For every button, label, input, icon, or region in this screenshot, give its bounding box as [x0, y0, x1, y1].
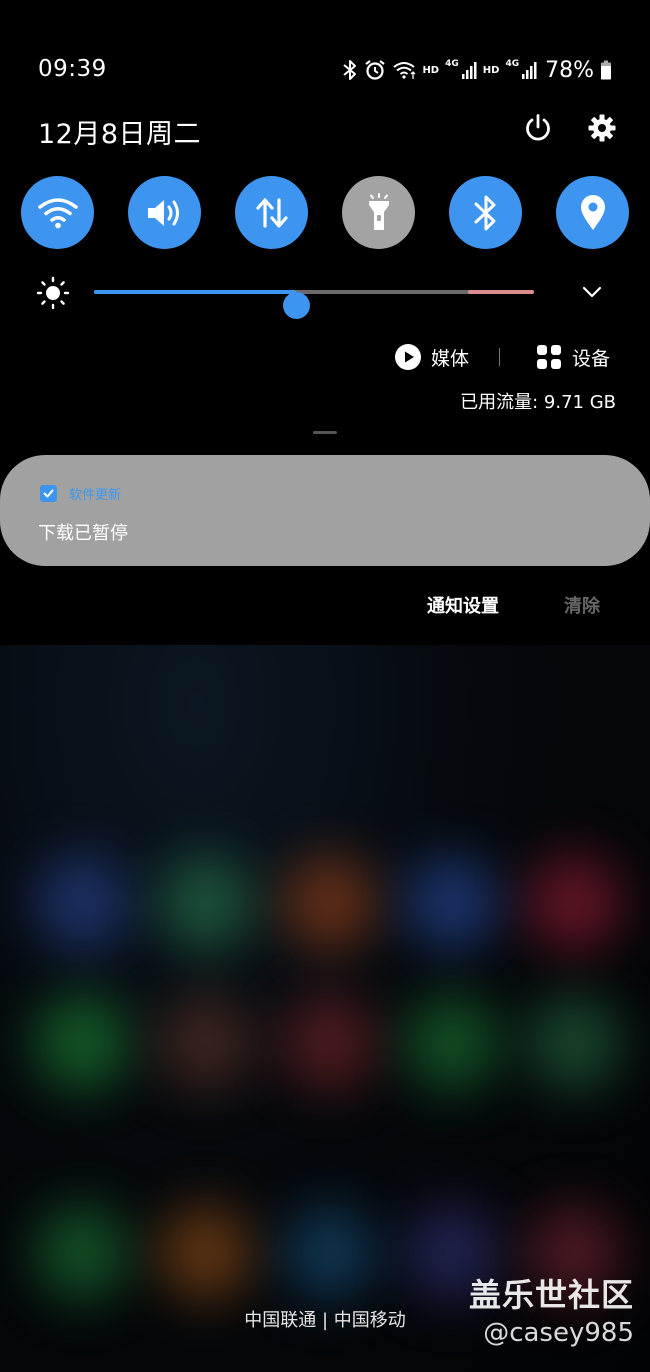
- panel-drag-handle[interactable]: [313, 431, 337, 434]
- blurred-app-icon: [158, 995, 254, 1091]
- date-label: 12月8日周二: [38, 119, 202, 150]
- notification-app-name: 软件更新: [69, 488, 122, 503]
- mobile-data-toggle[interactable]: [235, 176, 308, 249]
- gear-icon: [588, 114, 616, 142]
- signal-icon: [461, 62, 477, 79]
- blurred-app-icon: [34, 995, 130, 1091]
- flashlight-toggle[interactable]: [342, 176, 415, 249]
- bluetooth-icon: [343, 60, 357, 80]
- notification-body: 下载已暂停: [38, 523, 128, 544]
- screen: 中国联通 | 中国移动 盖乐世社区 @casey985 09:39 HD 4G: [0, 0, 650, 1372]
- hd-label: HD: [422, 64, 440, 76]
- speaker-icon: [147, 199, 179, 226]
- network-type-label: 4G: [505, 59, 520, 69]
- brightness-row: [36, 276, 616, 319]
- watermark-site: 盖乐世社区: [468, 1276, 634, 1314]
- blurred-app-icon: [158, 855, 254, 951]
- divider: [498, 348, 500, 366]
- brightness-slider-thumb[interactable]: [283, 292, 311, 319]
- devices-label: 设备: [571, 347, 610, 370]
- blurred-home-screen: [0, 645, 650, 1372]
- devices-grid-icon: [536, 345, 561, 369]
- notification-settings-button[interactable]: 通知设置: [427, 592, 499, 618]
- power-icon: [526, 114, 550, 141]
- sound-toggle[interactable]: [128, 176, 201, 249]
- blurred-app-icon: [158, 1205, 254, 1301]
- checkbox-icon: [40, 485, 57, 502]
- quick-settings-row: [21, 176, 629, 249]
- blurred-app-icon: [526, 855, 622, 951]
- battery-percent: 78%: [545, 57, 594, 83]
- notification-card[interactable]: 软件更新 下载已暂停: [0, 455, 650, 566]
- blurred-app-icon: [282, 995, 378, 1091]
- data-transfer-icon: [255, 197, 288, 228]
- notification-header: 软件更新: [40, 484, 121, 503]
- blurred-app-icon: [282, 1205, 378, 1301]
- signal-icon: [522, 62, 537, 79]
- hd-label: HD: [482, 64, 500, 76]
- play-icon: [394, 344, 421, 370]
- media-label: 媒体: [430, 347, 469, 370]
- blurred-app-icon: [34, 1205, 130, 1301]
- blurred-app-icon: [404, 855, 500, 951]
- media-button[interactable]: 媒体: [394, 344, 469, 371]
- power-button[interactable]: [520, 110, 556, 146]
- location-pin-icon: [580, 194, 605, 230]
- blurred-app-icon: [34, 855, 130, 951]
- blurred-app-icon: [526, 995, 622, 1091]
- bluetooth-toggle[interactable]: [449, 176, 522, 249]
- media-devices-row: 媒体 设备: [394, 341, 610, 373]
- alarm-icon: [365, 60, 386, 80]
- wifi-toggle[interactable]: [21, 176, 94, 249]
- wifi-icon: [37, 197, 78, 228]
- brightness-high-zone: [468, 290, 534, 294]
- status-time: 09:39: [38, 56, 107, 82]
- chevron-down-icon[interactable]: [580, 280, 604, 304]
- status-icons: HD 4G HD 4G 78%: [342, 56, 612, 84]
- data-usage-label: 已用流量: 9.71 GB: [460, 392, 616, 413]
- battery-icon: [601, 60, 611, 80]
- bluetooth-icon: [474, 195, 495, 230]
- flashlight-icon: [368, 192, 389, 230]
- location-toggle[interactable]: [556, 176, 629, 249]
- watermark-user: @casey985: [483, 1318, 634, 1348]
- clear-button[interactable]: 清除: [564, 592, 600, 618]
- brightness-fill: [94, 290, 297, 294]
- blurred-app-icon: [282, 855, 378, 951]
- settings-button[interactable]: [584, 110, 620, 146]
- brightness-slider[interactable]: [94, 290, 534, 319]
- devices-button[interactable]: 设备: [536, 344, 610, 371]
- wifi-status-icon: [393, 62, 416, 79]
- blurred-app-icon: [404, 995, 500, 1091]
- network-type-label: 4G: [445, 59, 459, 69]
- brightness-icon: [36, 276, 70, 310]
- quick-panel: 09:39 HD 4G HD 4G 78% 12月8日周二 媒体 设备 已用流量…: [0, 0, 650, 645]
- notification-actions: 通知设置 清除: [0, 592, 650, 622]
